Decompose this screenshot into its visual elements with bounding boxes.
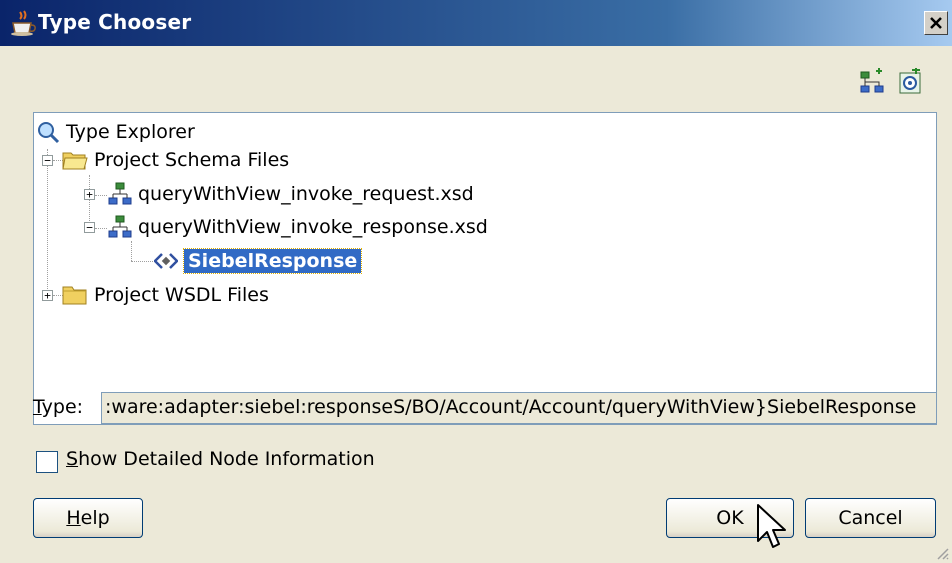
mnemonic-letter: T (33, 396, 42, 418)
magnifier-icon (38, 122, 60, 144)
element-icon (154, 253, 178, 269)
dialog-body: Type Explorer − Project Schema Files + q… (0, 46, 952, 563)
expand-toggle[interactable]: + (84, 189, 95, 200)
label-text: how Detailed Node Information (78, 448, 375, 470)
tree-node-label: Project WSDL Files (94, 284, 269, 306)
close-icon (930, 17, 942, 29)
label-text: ype: (41, 396, 84, 418)
tree-node-response-xsd[interactable]: queryWithView_invoke_response.xsd (108, 212, 488, 242)
tree-node-label: Project Schema Files (94, 149, 290, 171)
cancel-button[interactable]: Cancel (805, 498, 936, 538)
tree-node-project-schema-files[interactable]: Project Schema Files (62, 145, 289, 175)
mouse-cursor-icon (757, 504, 786, 548)
tree-node-label: queryWithView_invoke_response.xsd (138, 216, 488, 238)
tree-node-label: queryWithView_invoke_request.xsd (138, 183, 474, 205)
collapse-toggle[interactable]: − (84, 222, 95, 233)
tree-node-siebel-response[interactable]: SiebelResponse (154, 246, 363, 276)
show-detailed-checkbox[interactable] (36, 451, 58, 473)
window-title: Type Chooser (38, 10, 192, 34)
type-explorer-tree[interactable]: Type Explorer − Project Schema Files + q… (33, 112, 937, 425)
collapse-toggle[interactable]: − (42, 155, 53, 166)
show-detailed-label[interactable]: Show Detailed Node Information (66, 448, 375, 470)
tree-node-request-xsd[interactable]: queryWithView_invoke_request.xsd (108, 179, 474, 209)
java-cup-icon (11, 10, 36, 36)
type-label: Type: (33, 396, 83, 418)
tree-node-project-wsdl-files[interactable]: Project WSDL Files (62, 280, 269, 310)
help-button[interactable]: Help (33, 498, 143, 538)
mnemonic-letter: S (66, 448, 79, 470)
import-wsdl-icon[interactable] (896, 68, 924, 96)
type-field[interactable]: :ware:adapter:siebel:responseS/BO/Accoun… (101, 392, 937, 424)
resize-grip-icon[interactable] (934, 545, 950, 561)
close-button[interactable] (924, 11, 948, 35)
expand-toggle[interactable]: + (42, 290, 53, 301)
title-bar: Type Chooser (0, 0, 952, 46)
tree-connector (131, 241, 132, 261)
open-folder-icon (62, 152, 88, 170)
schema-icon (108, 215, 132, 238)
tree-node-type-explorer[interactable]: Type Explorer (36, 117, 195, 147)
tree-node-label: Type Explorer (66, 121, 195, 143)
tree-connector (95, 228, 107, 229)
tree-connector (47, 149, 48, 289)
button-label: Cancel (838, 507, 903, 529)
closed-folder-icon (62, 286, 87, 305)
schema-tree-icon[interactable] (858, 68, 886, 96)
tree-connector (95, 195, 107, 196)
tree-connector (131, 261, 153, 262)
tree-node-label: SiebelResponse (182, 248, 363, 274)
schema-icon (108, 182, 132, 205)
mnemonic-letter: H (66, 507, 81, 529)
button-label: OK (716, 507, 744, 529)
button-label: elp (80, 507, 110, 529)
